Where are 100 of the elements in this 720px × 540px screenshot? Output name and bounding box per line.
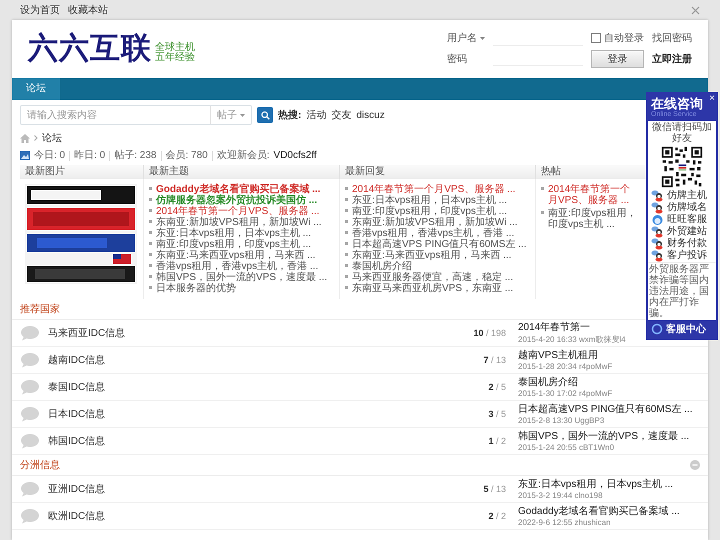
last-post-link[interactable]: 2014年春节第一: [518, 322, 590, 332]
forum-link[interactable]: 越南IDC信息: [48, 353, 440, 367]
topic-link[interactable]: 马来西亚服务器便宜，高速，稳定 ...: [345, 272, 530, 283]
topic-link[interactable]: 香港vps租用，香港vps主机，香港 ...: [149, 261, 334, 272]
last-post-meta: 2015-4-20 16:33 wxm歌徕叟l4: [518, 334, 626, 344]
topic-link[interactable]: 南亚:印度vps租用，印度vps主机 ...: [541, 208, 637, 230]
topic-link[interactable]: 东南亚:新加坡VPS租用，新加坡Wi ...: [149, 217, 334, 228]
checkbox-label[interactable]: 自动登录: [604, 31, 644, 45]
last-post-meta: 2015-1-30 17:02 r4poMwF: [518, 388, 612, 398]
hot-search-label: 热搜:: [278, 108, 302, 122]
topic-link[interactable]: 韩国VPS，国外一流的VPS，速度最 ...: [149, 272, 334, 283]
topic-link[interactable]: 仿牌服务器忽案外贸抗投诉美国仿 ...: [149, 195, 334, 206]
topic-link[interactable]: 东亚:日本vps租用，日本vps主机 ...: [345, 195, 530, 206]
last-post-meta: 2015-1-24 20:55 cBT1Wn0: [518, 442, 614, 452]
topic-link[interactable]: 泰国机房介绍: [345, 261, 530, 272]
last-post-meta: 2015-3-2 19:44 clno198: [518, 490, 603, 500]
stat-text: 会员: 780: [160, 150, 212, 160]
post-count: 3 / 5: [487, 409, 507, 419]
topic-link[interactable]: 香港vps租用，香港vps主机，香港 ...: [345, 228, 530, 239]
column-header: 最新主题: [144, 165, 340, 179]
section-title[interactable]: 分洲信息: [20, 458, 60, 472]
stat-text: 今日: 0: [33, 150, 66, 160]
breadcrumb-link[interactable]: 论坛: [42, 131, 62, 145]
post-count: 1 / 2: [487, 436, 507, 446]
topic-link[interactable]: 2014年春节第一个月VPS、服务器 ...: [345, 184, 530, 195]
forum-link[interactable]: 欧洲IDC信息: [48, 509, 440, 523]
topic-link[interactable]: 南亚:印度vps租用，印度vps主机 ...: [149, 239, 334, 250]
service-link[interactable]: 客户投诉: [667, 250, 707, 262]
top-link[interactable]: 收藏本站: [68, 3, 108, 17]
collapse-icon[interactable]: [690, 460, 700, 470]
topic-link[interactable]: Godaddy老域名看官购买已备案域 ...: [149, 184, 334, 195]
forum-icon: [20, 433, 40, 449]
forum-icon: [20, 379, 40, 395]
caret-icon[interactable]: [240, 114, 245, 116]
register-link[interactable]: 立即注册: [652, 52, 692, 66]
post-count: 10 / 198: [472, 328, 507, 338]
hot-search-link[interactable]: discuz: [356, 110, 385, 120]
site-logo[interactable]: 六六互联: [28, 32, 152, 66]
last-post-link[interactable]: 韩国VPS，国外一流的VPS，速度最 ...: [518, 430, 690, 442]
nav-tab[interactable]: 论坛: [12, 78, 60, 100]
top-link[interactable]: 设为首页: [20, 3, 60, 17]
forum-icon: [20, 352, 40, 368]
last-post-link[interactable]: 日本超高速VPS PING值只有60MS左 ...: [518, 404, 692, 414]
forum-link[interactable]: 韩国IDC信息: [48, 434, 440, 448]
post-count: 2 / 2: [487, 511, 507, 521]
stat-text: 昨日: 0: [69, 150, 110, 160]
topic-link[interactable]: 东南亚:马来西亚vps租用，马来西 ...: [149, 250, 334, 261]
hot-search-link[interactable]: 活动: [306, 108, 326, 122]
topic-link[interactable]: 东南亚:新加坡VPS租用，新加坡Wi ...: [345, 217, 530, 228]
logo-tagline: 全球主机: [155, 43, 195, 53]
column-header: 最新回复: [340, 165, 536, 179]
forum-link[interactable]: 亚洲IDC信息: [48, 482, 440, 496]
forum-icon: [20, 325, 40, 341]
service-link[interactable]: 仿牌域名: [667, 202, 707, 214]
home-icon[interactable]: [20, 134, 30, 142]
topic-link[interactable]: 2014年春节第一个月VPS、服务器 ...: [541, 184, 637, 206]
forum-link[interactable]: 泰国IDC信息: [48, 380, 440, 394]
chevron-icon: [34, 135, 38, 141]
topic-link[interactable]: 日本服务器的优势: [149, 283, 334, 294]
member-link[interactable]: VD0cfs2ff: [274, 150, 317, 161]
topic-link[interactable]: 2014年春节第一个月VPS、服务器 ...: [149, 206, 334, 217]
post-count: 7 / 13: [482, 355, 507, 365]
new-member-label: 欢迎新会员:: [212, 150, 274, 160]
chat-icon: [651, 250, 664, 262]
close-icon[interactable]: [691, 6, 700, 14]
column-header: 最新图片: [20, 165, 144, 179]
username-label[interactable]: 用户名: [447, 31, 477, 45]
topic-link[interactable]: 东亚:日本vps租用，日本vps主机 ...: [149, 228, 334, 239]
last-post-meta: 2022-9-6 12:55 zhushican: [518, 518, 611, 526]
section-title[interactable]: 推荐国家: [20, 302, 60, 316]
last-post-link[interactable]: 越南VPS主机租用: [518, 350, 598, 360]
last-post-meta: 2015-2-8 13:30 UggBP3: [518, 416, 604, 424]
panel-footer[interactable]: 客服中心: [648, 320, 716, 338]
search-icon: [260, 110, 270, 120]
service-link[interactable]: 外贸建站: [667, 226, 707, 238]
caret-icon[interactable]: [480, 36, 485, 40]
hot-search-link[interactable]: 交友: [331, 108, 352, 122]
post-count: 2 / 5: [487, 382, 507, 392]
login-button[interactable]: 登录: [591, 50, 644, 68]
topic-link[interactable]: 南亚:印度vps租用，印度vps主机 ...: [345, 206, 530, 217]
checkbox[interactable]: [591, 33, 601, 43]
chat-icon: [651, 190, 664, 202]
ring-icon: [651, 323, 663, 335]
forum-link[interactable]: 马来西亚IDC信息: [48, 326, 440, 340]
forgot-password-link[interactable]: 找回密码: [652, 31, 692, 45]
topic-link[interactable]: 东南亚:马来西亚vps租用，马来西 ...: [345, 250, 530, 261]
last-post-link[interactable]: Godaddy老域名看官购买已备案域 ...: [518, 506, 680, 516]
last-post-meta: 2015-1-28 20:34 r4poMwF: [518, 362, 612, 370]
service-link[interactable]: 财务付款: [667, 238, 707, 250]
last-post-link[interactable]: 东亚:日本vps租用，日本vps主机 ...: [518, 478, 674, 490]
topic-link[interactable]: 东南亚马来西亚机房VPS，东南亚 ...: [345, 283, 530, 294]
topic-link[interactable]: 日本超高速VPS PING值只有60MS左 ...: [345, 239, 530, 250]
service-link[interactable]: 旺旺客服: [667, 214, 707, 226]
search-button[interactable]: [257, 107, 273, 123]
forum-icon: [20, 508, 40, 524]
qr-code-icon: [661, 146, 703, 188]
forum-link[interactable]: 日本IDC信息: [48, 407, 440, 421]
close-button[interactable]: ×: [709, 94, 715, 104]
last-post-link[interactable]: 泰国机房介绍: [518, 376, 578, 388]
service-link[interactable]: 仿牌主机: [667, 190, 707, 202]
